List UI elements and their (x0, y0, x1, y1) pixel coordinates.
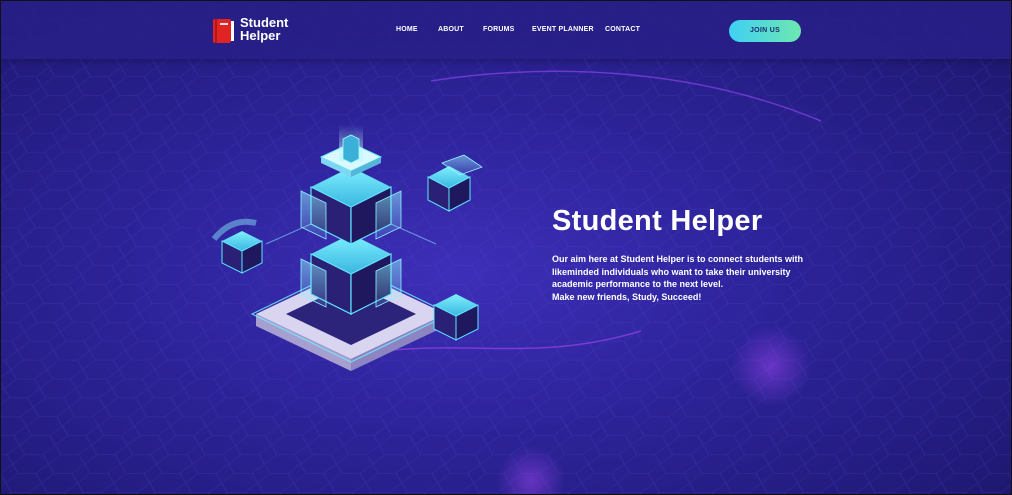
hero-description: Our aim here at Student Helper is to con… (552, 253, 812, 303)
page: Student Helper HOME ABOUT FORUMS EVENT P… (0, 0, 1012, 495)
isometric-server-illustration (211, 125, 483, 371)
join-us-button[interactable]: JOIN US (729, 20, 801, 42)
nav-link-event-planner[interactable]: EVENT PLANNER (532, 26, 594, 33)
brand-name: Student Helper (240, 16, 300, 42)
book-icon (213, 19, 234, 43)
nav-link-forums[interactable]: FORUMS (483, 26, 515, 33)
top-navbar: Student Helper HOME ABOUT FORUMS EVENT P… (1, 1, 1011, 59)
hex-pattern-background (1, 1, 1011, 494)
nav-link-home[interactable]: HOME (396, 26, 418, 33)
hero-description-text: Our aim here at Student Helper is to con… (552, 254, 804, 290)
nav-link-about[interactable]: ABOUT (438, 26, 464, 33)
brand-name-line2: Helper (240, 28, 281, 43)
hero-title: Student Helper (552, 205, 763, 237)
nav-link-contact[interactable]: CONTACT (605, 26, 640, 33)
hero-tagline: Make new friends, Study, Succeed! (552, 291, 702, 302)
